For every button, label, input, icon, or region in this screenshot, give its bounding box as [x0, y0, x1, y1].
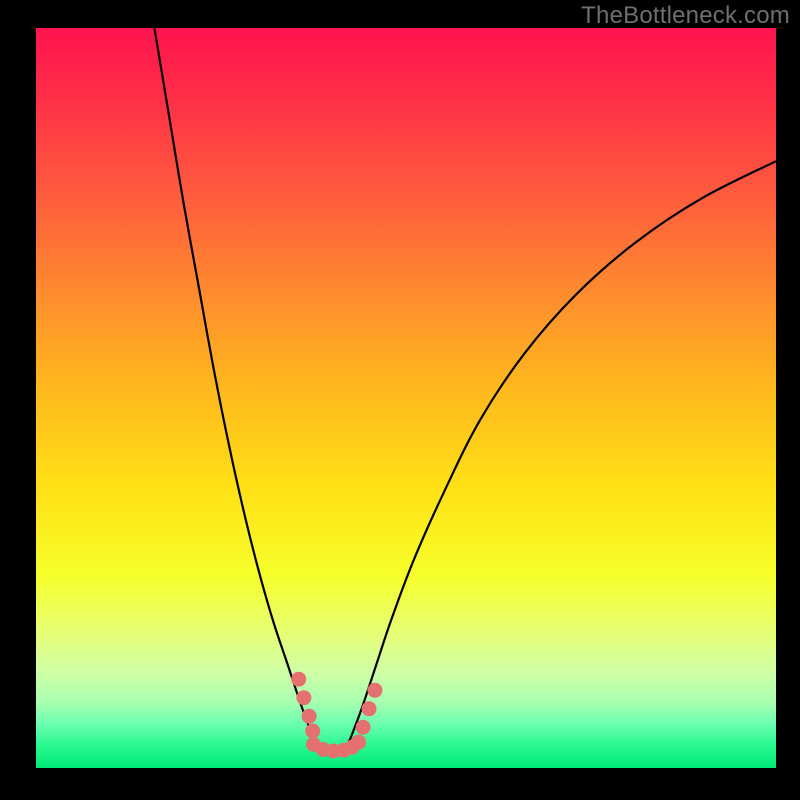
left-wall-marker-dot: [296, 690, 311, 705]
curve-right-branch: [351, 161, 777, 738]
floor-marker-dot: [351, 735, 366, 750]
left-wall-marker-dot: [305, 724, 320, 739]
left-wall-marker-dot: [302, 709, 317, 724]
curve-left-branch: [154, 28, 313, 738]
watermark-text: TheBottleneck.com: [581, 2, 790, 30]
right-wall-marker-dot: [367, 683, 382, 698]
right-wall-marker-dot: [356, 720, 371, 735]
right-wall-marker-dot: [362, 701, 377, 716]
chart-frame: TheBottleneck.com: [0, 0, 800, 800]
left-wall-marker-dot: [291, 672, 306, 687]
plot-area: [36, 28, 776, 768]
curve-layer: [36, 28, 776, 768]
